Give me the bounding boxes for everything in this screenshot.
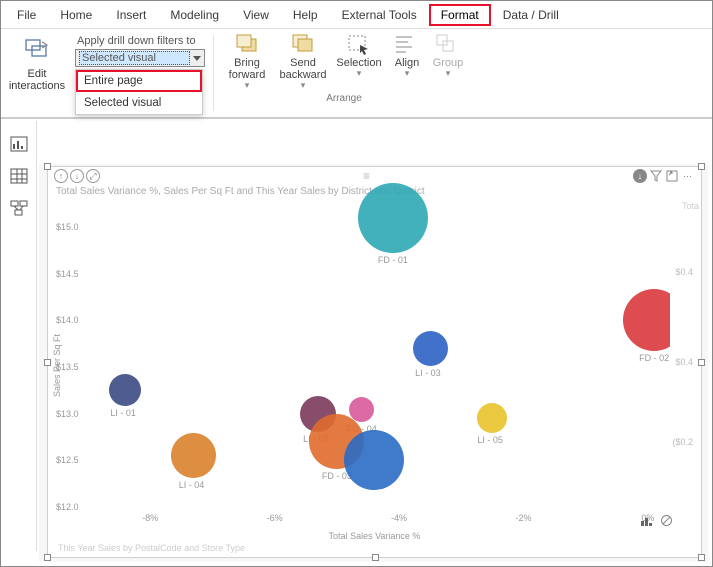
tab-modeling[interactable]: Modeling <box>158 4 231 26</box>
drill-up-icon[interactable]: ↑ <box>54 169 68 183</box>
bubble-label: FD - 01 <box>378 255 408 265</box>
bubble[interactable] <box>349 397 374 422</box>
secondary-panel: Tota $0.4 $0.4 ($0.2 <box>670 197 695 511</box>
send-backward-button[interactable]: Send backward▾ <box>276 33 330 91</box>
bubble-label: FD - 02 <box>639 353 669 363</box>
more-options-icon[interactable]: ⋯ <box>681 169 695 183</box>
selection-icon <box>346 33 372 55</box>
bubble-label: LI - 03 <box>415 368 441 378</box>
chevron-down-icon: ▾ <box>446 69 451 79</box>
selection-button[interactable]: Selection▾ <box>332 33 386 91</box>
resize-handle[interactable] <box>44 554 51 561</box>
chevron-down-icon: ▾ <box>405 69 410 79</box>
filter-icon[interactable] <box>649 169 663 183</box>
tab-help[interactable]: Help <box>281 4 330 26</box>
arrange-group-label: Arrange <box>326 93 362 104</box>
align-icon <box>394 33 420 55</box>
drill-filters-select[interactable]: Selected visual <box>75 49 205 67</box>
group-button: Group▾ <box>428 33 468 91</box>
chart-plot-area[interactable]: $15.0$14.5$14.0$13.5$13.0$12.5$12.0-8%-6… <box>88 199 679 507</box>
resize-handle[interactable] <box>44 163 51 170</box>
x-axis-label: Total Sales Variance % <box>329 531 421 541</box>
resize-handle[interactable] <box>698 554 705 561</box>
drill-toggle-icon[interactable]: ↓ <box>633 169 647 183</box>
focus-mode-icon[interactable] <box>665 169 679 183</box>
report-canvas[interactable]: ↑ ↓ ⤢ ≡ ↓ ⋯ Total Sales Variance %, Sale… <box>39 164 708 562</box>
highlight-icon[interactable] <box>640 515 654 527</box>
bubble-label: LI - 05 <box>477 435 503 445</box>
tab-external-tools[interactable]: External Tools <box>330 4 429 26</box>
dropdown-entire-page[interactable]: Entire page <box>76 70 202 92</box>
y-tick: $12.5 <box>56 455 79 465</box>
bubble[interactable] <box>109 374 141 406</box>
resize-handle[interactable] <box>698 163 705 170</box>
visual-header: ↑ ↓ ⤢ ≡ ↓ ⋯ <box>48 167 701 185</box>
y-tick: $13.0 <box>56 409 79 419</box>
chevron-down-icon: ▾ <box>245 81 250 91</box>
bubble-label: LI - 04 <box>179 480 205 490</box>
data-view-icon[interactable] <box>9 167 29 185</box>
model-view-icon[interactable] <box>9 199 29 217</box>
drill-down-icon[interactable]: ↓ <box>70 169 84 183</box>
resize-handle[interactable] <box>698 359 705 366</box>
y-tick: $14.0 <box>56 315 79 325</box>
expand-all-icon[interactable]: ⤢ <box>86 169 100 183</box>
resize-handle[interactable] <box>44 359 51 366</box>
edit-interactions-button[interactable]: Edit interactions <box>7 33 67 92</box>
arrange-group: Bring forward▾ Send backward▾ Selection▾… <box>214 29 474 117</box>
drill-filters-label: Apply drill down filters to <box>77 35 205 47</box>
view-rail <box>1 121 37 551</box>
chevron-down-icon: ▾ <box>301 81 306 91</box>
tab-format[interactable]: Format <box>429 4 491 26</box>
tab-view[interactable]: View <box>231 4 281 26</box>
x-tick: -8% <box>142 513 158 523</box>
bubble[interactable] <box>344 430 404 490</box>
tab-home[interactable]: Home <box>48 4 104 26</box>
grip-icon[interactable]: ≡ <box>363 169 370 183</box>
bubble[interactable] <box>358 183 428 253</box>
dropdown-selected-visual[interactable]: Selected visual <box>76 92 202 114</box>
y-tick: $13.5 <box>56 362 79 372</box>
bubble[interactable] <box>171 433 216 478</box>
y-tick: $12.0 <box>56 502 79 512</box>
bubble[interactable] <box>477 403 507 433</box>
tab-file[interactable]: File <box>5 4 48 26</box>
x-tick: -6% <box>267 513 283 523</box>
bubble[interactable] <box>413 331 448 366</box>
ribbon-body: Edit interactions Apply drill down filte… <box>1 29 712 119</box>
edit-interactions-label: Edit interactions <box>7 68 67 92</box>
chart-interaction-icons <box>640 514 673 527</box>
tab-insert[interactable]: Insert <box>104 4 158 26</box>
align-button[interactable]: Align▾ <box>388 33 426 91</box>
visual-frame[interactable]: ↑ ↓ ⤢ ≡ ↓ ⋯ Total Sales Variance %, Sale… <box>47 166 702 558</box>
drill-filters-group: Apply drill down filters to Selected vis… <box>73 29 213 117</box>
drill-dropdown: Entire page Selected visual <box>75 69 203 115</box>
y-tick: $14.5 <box>56 269 79 279</box>
bubble-label: LI - 01 <box>110 408 136 418</box>
x-tick: -2% <box>515 513 531 523</box>
none-icon[interactable] <box>660 514 673 527</box>
group-icon <box>435 33 461 55</box>
y-tick: $15.0 <box>56 222 79 232</box>
bring-forward-icon <box>234 33 260 55</box>
footer-text: This Year Sales by PostalCode and Store … <box>58 543 245 553</box>
resize-handle[interactable] <box>372 554 379 561</box>
tab-data-drill[interactable]: Data / Drill <box>491 4 571 26</box>
ribbon-tabs: File Home Insert Modeling View Help Exte… <box>1 1 712 29</box>
send-backward-icon <box>290 33 316 55</box>
edit-interactions-icon <box>23 36 51 64</box>
chevron-down-icon: ▾ <box>357 69 362 79</box>
interactions-group: Edit interactions <box>1 29 73 117</box>
drill-selected-text: Selected visual <box>79 51 190 65</box>
x-tick: -4% <box>391 513 407 523</box>
report-view-icon[interactable] <box>9 135 29 153</box>
bring-forward-button[interactable]: Bring forward▾ <box>220 33 274 91</box>
